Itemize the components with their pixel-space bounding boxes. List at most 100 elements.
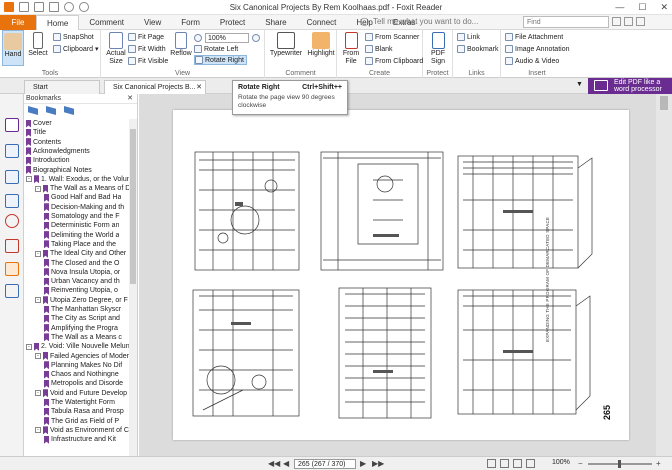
snapshot-button[interactable]: SnapShot bbox=[53, 32, 94, 42]
bookmark-item[interactable]: Title bbox=[26, 128, 46, 137]
bookmark-item[interactable]: - Failed Agencies of Modern bbox=[35, 352, 130, 361]
tab-protect[interactable]: Protect bbox=[210, 15, 255, 31]
document-viewer[interactable]: EXPANDING THE PROGRAM OF DEMARCATED SPAC… bbox=[139, 94, 672, 456]
collapse-toggle-icon[interactable]: - bbox=[35, 353, 41, 359]
scroll-thumb[interactable] bbox=[130, 129, 136, 284]
from-scanner-button[interactable]: From Scanner bbox=[365, 32, 419, 42]
highlight-button[interactable]: Highlight bbox=[306, 30, 336, 68]
find-next-icon[interactable] bbox=[636, 17, 645, 26]
pages-panel-icon[interactable] bbox=[5, 144, 19, 158]
collapse-toggle-icon[interactable]: - bbox=[26, 343, 32, 350]
close-panel-icon[interactable]: ✕ bbox=[127, 94, 133, 103]
bookmark-item[interactable]: Urban Vacancy and th bbox=[44, 277, 120, 286]
bookmark-item[interactable]: - Void and Future Develop bbox=[35, 389, 127, 398]
signatures-panel-icon[interactable] bbox=[5, 239, 19, 253]
zoom-slider-knob[interactable] bbox=[618, 460, 621, 468]
continuous-icon[interactable] bbox=[500, 459, 509, 468]
pdf-sign-button[interactable]: PDF Sign bbox=[425, 30, 451, 68]
actual-size-button[interactable]: Actual Size bbox=[103, 30, 129, 68]
tab-document[interactable]: Six Canonical Projects B... ✕ bbox=[104, 80, 206, 94]
clipboard-button[interactable]: Clipboard ▾ bbox=[53, 44, 98, 54]
hand-button[interactable]: Hand bbox=[2, 30, 24, 66]
bookmark-item[interactable]: Reinventing Utopia, o bbox=[44, 286, 118, 295]
bookmark-item[interactable]: Tabula Rasa and Prosp bbox=[44, 407, 124, 416]
bookmark-button[interactable]: Bookmark bbox=[457, 44, 499, 54]
next-page-icon[interactable]: ▶ bbox=[360, 459, 366, 468]
tell-me-box[interactable]: ◯ Tell me what you want to do... bbox=[360, 17, 478, 26]
zoom-select[interactable]: 100% bbox=[205, 33, 249, 43]
collapse-toggle-icon[interactable]: - bbox=[35, 390, 41, 397]
find-input[interactable]: Find bbox=[523, 16, 609, 28]
rotate-left-button[interactable]: Rotate Left bbox=[194, 44, 238, 54]
fit-width-button[interactable]: Fit Width bbox=[128, 44, 166, 54]
collapse-toggle-icon[interactable]: - bbox=[35, 297, 41, 304]
bookmark-item[interactable]: - 2. Void: Ville Nouvelle Melun- bbox=[26, 342, 130, 351]
file-attachment-button[interactable]: File Attachment bbox=[505, 32, 563, 42]
bookmark-item[interactable]: - The Ideal City and Other bbox=[35, 249, 126, 258]
promo-banner[interactable]: Edit PDF like a word processor bbox=[588, 78, 672, 94]
bookmark-item[interactable]: Taking Place and the bbox=[44, 240, 116, 249]
bookmark-item[interactable]: Deterministic Form an bbox=[44, 221, 119, 230]
attachments-panel-icon[interactable] bbox=[5, 214, 19, 228]
tab-view[interactable]: View bbox=[134, 15, 171, 31]
viewer-scroll-thumb[interactable] bbox=[660, 96, 668, 110]
tab-share[interactable]: Share bbox=[255, 15, 296, 31]
bookmark-item[interactable]: Biographical Notes bbox=[26, 166, 92, 175]
bookmark-item[interactable]: The Manhattan Skyscr bbox=[44, 305, 121, 314]
bookmarks-panel-icon[interactable] bbox=[5, 118, 19, 132]
blank-button[interactable]: Blank bbox=[365, 44, 393, 54]
viewer-scrollbar[interactable] bbox=[656, 94, 672, 456]
minimize-icon[interactable]: — bbox=[615, 2, 624, 13]
bookmark-item[interactable]: The Grid as Field of P bbox=[44, 417, 119, 426]
bookmark-item[interactable]: - Utopia Zero Degree, or F bbox=[35, 296, 128, 305]
bookmark-item[interactable]: Chaos and Nothingne bbox=[44, 370, 119, 379]
content-panel-icon[interactable] bbox=[5, 284, 19, 298]
prev-page-icon[interactable]: ◀ bbox=[283, 459, 289, 468]
continuous-facing-icon[interactable] bbox=[526, 459, 535, 468]
bookmark-item[interactable]: Nova Insula Utopia, or bbox=[44, 268, 120, 277]
reflow-button[interactable]: Reflow bbox=[169, 30, 193, 68]
layers-panel-icon[interactable] bbox=[5, 170, 19, 184]
select-button[interactable]: Select bbox=[27, 30, 49, 66]
fit-visible-button[interactable]: Fit Visible bbox=[128, 56, 168, 66]
tab-comment[interactable]: Comment bbox=[79, 15, 134, 31]
bookmark-item[interactable]: - The Wall as a Means of D bbox=[35, 184, 130, 193]
bookmark-item[interactable]: - 1. Wall: Exodus, or the Volun bbox=[26, 175, 130, 184]
bookmark-item[interactable]: Amplifying the Progra bbox=[44, 324, 118, 333]
last-page-icon[interactable]: ▶▶ bbox=[372, 459, 384, 468]
bookmark-item[interactable]: The Wall as a Means c bbox=[44, 333, 122, 342]
bookmarks-scrollbar[interactable] bbox=[129, 119, 137, 456]
bookmark-item[interactable]: Introduction bbox=[26, 156, 70, 165]
tab-home[interactable]: Home bbox=[36, 15, 80, 31]
close-tab-icon[interactable]: ✕ bbox=[196, 81, 202, 94]
find-options-icon[interactable] bbox=[612, 17, 621, 26]
bookmark-item[interactable]: Delimiting the World a bbox=[44, 231, 119, 240]
page-number-input[interactable]: 265 (267 / 370) bbox=[294, 459, 356, 469]
bookmark-item[interactable]: Planning Makes No Dif bbox=[44, 361, 122, 370]
rotate-right-button[interactable]: Rotate Right bbox=[194, 55, 247, 65]
collapse-toggle-icon[interactable]: - bbox=[35, 250, 41, 257]
bookmark-item[interactable]: Cover bbox=[26, 119, 52, 128]
bookmark-item[interactable]: The Watertight Form bbox=[44, 398, 115, 407]
collapse-toggle-icon[interactable]: - bbox=[26, 176, 32, 183]
bookmark-item[interactable]: The City as Script and bbox=[44, 314, 120, 323]
bookmark-item[interactable]: Contents bbox=[26, 138, 61, 147]
fit-page-button[interactable]: Fit Page bbox=[128, 32, 164, 42]
collapse-toggle-icon[interactable]: - bbox=[35, 185, 41, 192]
new-bookmark-icon[interactable] bbox=[46, 106, 56, 115]
facing-icon[interactable] bbox=[513, 459, 522, 468]
bookmark-item[interactable]: Metropolis and Disorde bbox=[44, 379, 123, 388]
bookmark-item[interactable]: Somatology and the F bbox=[44, 212, 120, 221]
first-page-icon[interactable]: ◀◀ bbox=[268, 459, 280, 468]
tab-connect[interactable]: Connect bbox=[297, 15, 347, 31]
tab-form[interactable]: Form bbox=[171, 15, 210, 31]
bookmark-item[interactable]: Acknowledgments bbox=[26, 147, 90, 156]
bookmark-item[interactable]: Infrastructure and Kit bbox=[44, 435, 116, 444]
tab-list-chevron-icon[interactable]: ▼ bbox=[576, 81, 583, 88]
find-prev-icon[interactable] bbox=[624, 17, 633, 26]
expand-bookmark-icon[interactable] bbox=[28, 106, 38, 115]
collapse-toggle-icon[interactable]: - bbox=[35, 427, 41, 434]
maximize-icon[interactable]: ☐ bbox=[638, 2, 646, 13]
tab-file[interactable]: File bbox=[0, 15, 36, 30]
delete-bookmark-icon[interactable] bbox=[64, 106, 74, 115]
